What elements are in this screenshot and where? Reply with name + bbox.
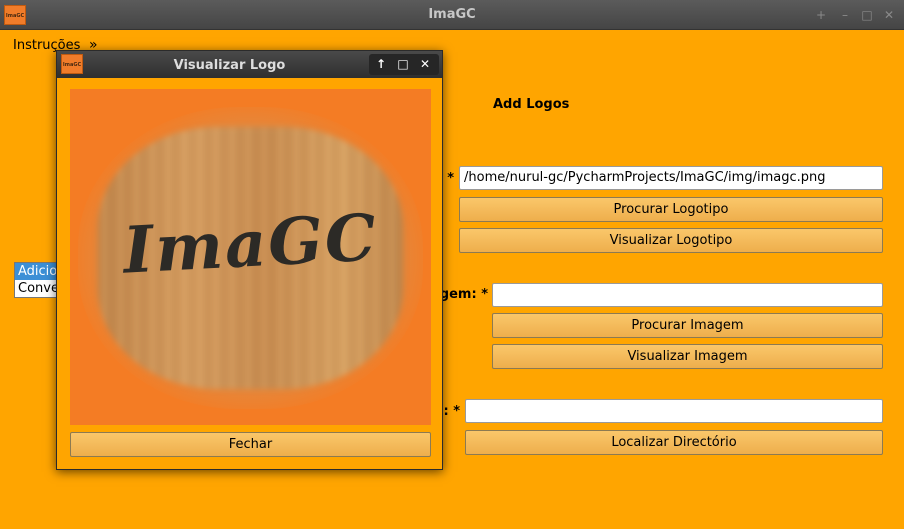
locate-directory-button[interactable]: Localizar Directório xyxy=(465,430,883,455)
browse-image-button[interactable]: Procurar Imagem xyxy=(492,313,883,338)
logo-path-input[interactable]: /home/nurul-gc/PycharmProjects/ImaGC/img… xyxy=(459,166,883,190)
browse-logo-button[interactable]: Procurar Logotipo xyxy=(459,197,883,222)
section-title: Add Logos xyxy=(493,97,570,112)
minimize-icon[interactable]: – xyxy=(838,8,852,22)
dialog-close-icon[interactable]: ✕ xyxy=(416,56,434,73)
close-icon[interactable]: ✕ xyxy=(882,8,896,22)
view-logo-dialog: ImaGC Visualizar Logo ↑ □ ✕ ImaGC Fechar xyxy=(56,50,443,470)
dialog-maximize-icon[interactable]: □ xyxy=(394,56,412,73)
logo-preview: ImaGC xyxy=(70,89,431,425)
image-path-input[interactable] xyxy=(492,283,883,307)
window-titlebar: ImaGC ImaGC + – □ ✕ xyxy=(0,0,904,30)
window-title: ImaGC xyxy=(428,7,476,22)
maximize-icon[interactable]: □ xyxy=(860,8,874,22)
view-image-button[interactable]: Visualizar Imagem xyxy=(492,344,883,369)
directory-path-input[interactable] xyxy=(465,399,883,423)
dialog-title: Visualizar Logo xyxy=(173,58,286,73)
dialog-titlebar[interactable]: ImaGC Visualizar Logo ↑ □ ✕ xyxy=(57,51,442,78)
dialog-controls: ↑ □ ✕ xyxy=(369,54,439,75)
keep-above-icon[interactable]: + xyxy=(814,8,828,22)
dialog-keep-above-icon[interactable]: ↑ xyxy=(372,56,390,73)
close-dialog-button[interactable]: Fechar xyxy=(70,432,431,457)
view-logo-button[interactable]: Visualizar Logotipo xyxy=(459,228,883,253)
